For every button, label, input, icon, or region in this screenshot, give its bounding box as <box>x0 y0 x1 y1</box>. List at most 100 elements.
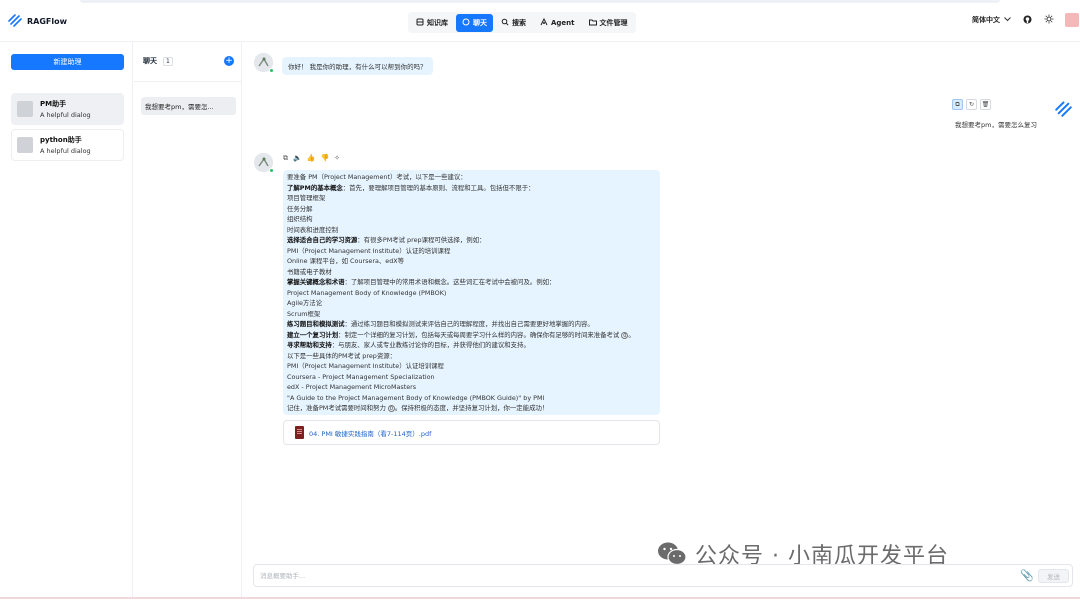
language-selector[interactable]: 简体中文 <box>972 15 1011 25</box>
copy-icon[interactable]: ⧉ <box>283 154 288 163</box>
user-message-tools: ⧉ ↻ 🗑 <box>952 99 991 110</box>
nav-chat[interactable]: 聊天 <box>456 13 493 32</box>
copy-icon[interactable]: ⧉ <box>952 99 963 110</box>
nav-label: 搜索 <box>512 18 526 27</box>
answer-line: Project Management Body of Knowledge (PM… <box>287 288 656 299</box>
citation-marker[interactable]: 0 <box>387 405 395 412</box>
nav-label: 知识库 <box>427 18 448 27</box>
folder-icon <box>588 18 597 28</box>
app-name: RAGFlow <box>27 16 68 26</box>
search-icon <box>501 18 509 28</box>
assistant-item-python[interactable]: python助手 A helpful dialog <box>11 129 124 161</box>
message-input-bar: 📎 发送 <box>253 564 1073 587</box>
answer-line-heading: 了解PM的基本概念 <box>287 183 343 192</box>
new-assistant-button[interactable]: 新建助理 <box>11 54 124 70</box>
assistant-avatar <box>17 101 33 117</box>
answer-line: Coursera - Project Management Specializa… <box>287 372 656 383</box>
answer-line-text: ：了解项目管理中的常用术语和概念。这些词汇在考试中会被问及。例如： <box>344 278 556 286</box>
answer-line-text: 。保持积极的态度，并坚持复习计划，你一定能成功！ <box>394 404 549 412</box>
user-avatar-logo <box>1055 100 1072 119</box>
answer-line: Scrum框架 <box>287 309 656 320</box>
online-status-dot <box>269 168 274 173</box>
answer-line: 项目管理框架 <box>287 193 656 204</box>
answer-line: Agile方法论 <box>287 298 656 309</box>
send-button[interactable]: 发送 <box>1038 569 1069 583</box>
answer-line-text: 任务分解 <box>287 204 313 213</box>
top-bar: RAGFlow 知识库 聊天 搜索 Agent 文件管理 简体中文 <box>0 0 1080 42</box>
chat-icon <box>462 18 470 28</box>
answer-line: 掌握关键概念和术语：了解项目管理中的常用术语和概念。这些词汇在考试中会被问及。例… <box>287 277 656 288</box>
agent-icon <box>540 17 548 28</box>
regenerate-icon[interactable]: ↻ <box>966 99 977 110</box>
answer-line-text: Online 课程平台，如 Coursera、edX等 <box>287 257 405 265</box>
answer-line: 任务分解 <box>287 204 656 215</box>
answer-line: 选择适合自己的学习资源：有很多PM考试 prep课程可供选择，例如： <box>287 235 656 246</box>
answer-line-text: 记住，准备PM考试需要时间和努力 <box>287 404 386 412</box>
answer-line-heading: 选择适合自己的学习资源 <box>287 236 358 244</box>
answer-line-text: 。 <box>628 330 635 339</box>
sparkle-icon[interactable]: ✧ <box>334 154 340 163</box>
nav-search[interactable]: 搜索 <box>495 14 532 32</box>
answer-line-text: 书籍或电子教材 <box>287 267 332 276</box>
paperclip-icon[interactable]: 📎 <box>1020 569 1034 582</box>
nav-knowledge-base[interactable]: 知识库 <box>410 14 454 32</box>
thumbs-down-icon[interactable]: 👎 <box>320 154 329 163</box>
answer-line-heading: 寻求帮助和支持 <box>287 341 332 349</box>
answer-line: PMI（Project Management Institute）认证培训课程 <box>287 361 656 372</box>
answer-line-text: PMI（Project Management Institute）认证的培训课程 <box>287 246 451 255</box>
answer-line-text: ：有很多PM考试 prep课程可供选择，例如： <box>357 236 486 244</box>
answer-line: PMI（Project Management Institute）认证的培训课程 <box>287 246 656 257</box>
divider <box>134 81 241 82</box>
conversation-item[interactable]: 我想要考pm，需要怎... <box>141 97 236 115</box>
bot-avatar <box>254 53 274 73</box>
speaker-icon[interactable]: 🔈 <box>293 154 302 163</box>
answer-line-text: Project Management Body of Knowledge (PM… <box>287 288 447 297</box>
nav-file-management[interactable]: 文件管理 <box>583 14 634 32</box>
answer-line-text: 项目管理框架 <box>287 194 326 202</box>
assistant-description: A helpful dialog <box>40 147 91 155</box>
answer-line-text: 要准备 PM（Project Management）考试，以下是一些建议： <box>287 173 467 181</box>
bot-message-tools: ⧉ 🔈 👍 👎 ✧ <box>283 154 340 163</box>
answer-line: 建立一个复习计划：制定一个详细的复习计划，包括每天或每周要学习什么样的内容。确保… <box>287 330 656 341</box>
reference-file-name[interactable]: 04. PMI 敏捷实践指南（看7-114页）.pdf <box>309 428 431 438</box>
chevron-down-icon <box>1004 16 1011 24</box>
delete-icon[interactable]: 🗑 <box>980 99 991 110</box>
add-conversation-button[interactable]: + <box>224 56 234 66</box>
answer-line: 练习题目和模拟测试：通过练习题目和模拟测试来评估自己的理解程度，并找出自己需要更… <box>287 319 656 330</box>
theme-toggle-icon[interactable] <box>1044 14 1054 26</box>
database-icon <box>416 18 424 28</box>
reference-file-card[interactable]: 04. PMI 敏捷实践指南（看7-114页）.pdf <box>283 420 660 445</box>
greeting-message: 你好！ 我是你的助理，有什么可以帮到你的吗？ <box>282 57 433 75</box>
browser-strip <box>80 0 1000 3</box>
answer-line-text: 以下是一些具体的PM考试 prep资源： <box>287 351 397 360</box>
plus-icon: + <box>225 56 233 66</box>
pdf-file-icon <box>295 426 304 439</box>
main-nav: 知识库 聊天 搜索 Agent 文件管理 <box>408 12 636 33</box>
assistant-item-pm[interactable]: PM助手 A helpful dialog <box>11 93 124 125</box>
bot-avatar <box>254 153 274 173</box>
nav-label: Agent <box>551 18 575 27</box>
answer-line-text: ：与朋友、家人或专业教练讨论你的目标，并获得他们的建议和支持。 <box>331 341 530 349</box>
user-avatar[interactable] <box>1065 13 1079 27</box>
answer-line-text: Agile方法论 <box>287 299 323 307</box>
answer-line: 寻求帮助和支持：与朋友、家人或专业教练讨论你的目标，并获得他们的建议和支持。 <box>287 340 656 351</box>
answer-line-text: ：通过练习题目和模拟测试来评估自己的理解程度，并找出自己需要更好地掌握的内容。 <box>344 320 594 328</box>
answer-line: 组织结构 <box>287 214 656 225</box>
app-logo[interactable]: RAGFlow <box>8 13 67 29</box>
assistant-panel: 新建助理 PM助手 A helpful dialog python助手 A he… <box>0 42 133 597</box>
answer-line: 记住，准备PM考试需要时间和努力 0 。保持积极的态度，并坚持复习计划，你一定能成… <box>287 403 656 414</box>
thumbs-up-icon[interactable]: 👍 <box>307 154 316 163</box>
answer-line: 要准备 PM（Project Management）考试，以下是一些建议： <box>287 172 656 183</box>
assistant-answer: 要准备 PM（Project Management）考试，以下是一些建议： 了解P… <box>283 170 660 415</box>
answer-line-heading: 练习题目和模拟测试 <box>287 320 345 328</box>
nav-agent[interactable]: Agent <box>534 14 581 32</box>
assistant-description: A helpful dialog <box>40 111 91 119</box>
bottom-edge <box>0 597 1080 599</box>
message-input[interactable] <box>260 569 910 583</box>
github-icon[interactable] <box>1023 15 1032 26</box>
answer-line: 时间表和进度控制 <box>287 225 656 236</box>
ragflow-logo-icon <box>8 13 22 29</box>
answer-line-text: "A Guide to the Project Management Body … <box>287 393 545 402</box>
ragflow-logo-icon <box>1055 101 1072 117</box>
language-label: 简体中文 <box>972 16 1000 24</box>
